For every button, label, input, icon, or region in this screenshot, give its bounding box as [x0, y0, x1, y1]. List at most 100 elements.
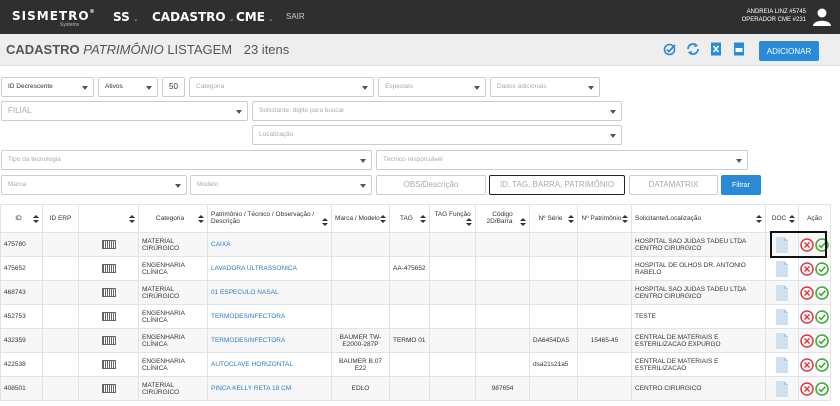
sort-icon[interactable]: [322, 218, 328, 226]
cell-doc[interactable]: [765, 256, 799, 281]
check-circle-icon[interactable]: [815, 333, 830, 348]
additional-data-select[interactable]: Dados adicionais: [490, 77, 600, 97]
col-tag-function[interactable]: TAG Função: [429, 204, 476, 233]
user-icon[interactable]: [812, 7, 832, 27]
cancel-circle-icon[interactable]: [799, 381, 814, 396]
table-row[interactable]: 475652 ENGENHARIA CLÍNICA LAVADORA ULTRA…: [0, 256, 831, 281]
cell-doc[interactable]: [765, 304, 799, 329]
chevron-down-icon: [360, 159, 366, 163]
sort-icon[interactable]: [129, 214, 135, 223]
cancel-circle-icon[interactable]: [799, 357, 814, 372]
sort-icon[interactable]: [756, 214, 762, 223]
status-select[interactable]: Ativos: [98, 77, 158, 97]
check-circle-icon[interactable]: [815, 285, 830, 300]
cell-description[interactable]: PINCA KELLY RETA 18 CM: [207, 376, 332, 401]
table-row[interactable]: 468743 MATERIAL CIRÚRGICO 01 ESPECULO NA…: [0, 280, 831, 305]
sort-icon[interactable]: [33, 214, 39, 223]
document-icon[interactable]: [776, 260, 788, 277]
excel-icon[interactable]: [709, 42, 723, 56]
cancel-circle-icon[interactable]: [799, 285, 814, 300]
especiais-select[interactable]: Especiais: [378, 77, 486, 97]
sort-icon[interactable]: [466, 218, 472, 226]
table-row[interactable]: 408501 MATERIAL CIRÚRGICO PINCA KELLY RE…: [0, 376, 831, 401]
sort-icon[interactable]: [568, 214, 574, 223]
filter-button[interactable]: Filtrar: [721, 175, 761, 195]
add-button[interactable]: ADICIONAR: [759, 41, 819, 61]
menu-cme[interactable]: CME ⌄: [236, 10, 274, 24]
document-icon[interactable]: [776, 380, 788, 397]
table-row[interactable]: 432359 ENGENHARIA CLÍNICA TERMODESINFECT…: [0, 328, 831, 353]
table-row[interactable]: 452753 ENGENHARIA CLÍNICA TERMODESINFECT…: [0, 304, 831, 329]
cell-description[interactable]: TERMODESINFECTORA: [207, 328, 332, 353]
table-row[interactable]: 475780 MATERIAL CIRÚRGICO CAIXA HOSPITAL…: [0, 232, 831, 257]
col-category[interactable]: Categoria: [138, 204, 208, 233]
check-circle-icon[interactable]: [815, 381, 830, 396]
asset-link[interactable]: AUTOCLAVE HORIZONTAL: [211, 361, 293, 368]
requester-select[interactable]: Solicitante, digite para buscar: [252, 101, 622, 121]
asset-link[interactable]: 01 ESPECULO NASAL: [211, 289, 279, 296]
col-cat-icon[interactable]: [78, 204, 139, 233]
technology-type-select[interactable]: Tipo da tecnologia: [1, 150, 372, 170]
logout-link[interactable]: SAIR: [286, 12, 305, 21]
cell-description[interactable]: CAIXA: [207, 232, 332, 257]
check-circle-icon[interactable]: [815, 357, 830, 372]
edit-check-icon[interactable]: [663, 42, 677, 56]
cell-doc[interactable]: [765, 376, 799, 401]
sort-icon[interactable]: [420, 214, 426, 223]
asset-link[interactable]: PINCA KELLY RETA 18 CM: [211, 385, 291, 392]
col-doc[interactable]: DOC: [765, 204, 799, 233]
col-serial[interactable]: Nº Série: [529, 204, 578, 233]
col-id[interactable]: ID: [0, 204, 43, 233]
refresh-icon[interactable]: [686, 42, 700, 56]
cancel-circle-icon[interactable]: [799, 333, 814, 348]
brand-select[interactable]: Marca: [1, 175, 187, 195]
cancel-circle-icon[interactable]: [799, 261, 814, 276]
datamatrix-input[interactable]: DATAMATRIX: [629, 175, 718, 195]
asset-link[interactable]: CAIXA: [211, 241, 231, 248]
page-size-input[interactable]: 50: [162, 77, 185, 97]
cell-description[interactable]: LAVADORA ULTRASSONICA: [207, 256, 332, 281]
document-icon[interactable]: [776, 308, 788, 325]
category-select[interactable]: Categoria: [189, 77, 374, 97]
cancel-circle-icon[interactable]: [799, 309, 814, 324]
col-id-erp[interactable]: ID ERP: [42, 204, 79, 233]
sort-icon[interactable]: [789, 214, 795, 223]
col-barcode[interactable]: Código 2D/Barra: [475, 204, 530, 233]
cell-doc[interactable]: [765, 280, 799, 305]
cell-doc[interactable]: [765, 328, 799, 353]
menu-ss[interactable]: SS ⌄: [113, 10, 139, 24]
col-brand-model[interactable]: Marca / Modelo: [331, 204, 390, 233]
sort-icon[interactable]: [622, 214, 628, 223]
sort-icon[interactable]: [520, 218, 526, 226]
brand-logo[interactable]: SISMETRO®: [12, 9, 96, 23]
order-select[interactable]: ID Decrescente: [1, 77, 94, 97]
model-select[interactable]: Modelo: [190, 175, 372, 195]
technician-select[interactable]: Técnico responsável: [376, 150, 748, 170]
cell-description[interactable]: TERMODESINFECTORA: [207, 304, 332, 329]
asset-link[interactable]: LAVADORA ULTRASSONICA: [211, 265, 297, 272]
document-icon[interactable]: [776, 332, 788, 349]
cell-description[interactable]: 01 ESPECULO NASAL: [207, 280, 332, 305]
branch-select[interactable]: FILIAL: [1, 101, 248, 121]
asset-link[interactable]: TERMODESINFECTORA: [211, 337, 285, 344]
document-icon[interactable]: [776, 356, 788, 373]
cell-doc[interactable]: [765, 352, 799, 377]
check-circle-icon[interactable]: [815, 261, 830, 276]
location-select[interactable]: Localização: [252, 125, 622, 145]
col-requester-location[interactable]: Solicitante/Localização: [631, 204, 766, 233]
table-row[interactable]: 422538 ENGENHARIA CLÍNICA AUTOCLAVE HORI…: [0, 352, 831, 377]
asset-link[interactable]: TERMODESINFECTORA: [211, 313, 285, 320]
menu-cadastro[interactable]: CADASTRO ⌄: [152, 10, 235, 24]
document-icon[interactable]: [776, 284, 788, 301]
sort-icon[interactable]: [380, 214, 386, 223]
col-description[interactable]: Patrimônio / Técnico / Observação / Desc…: [207, 204, 332, 233]
cell-tag-function: [429, 352, 476, 377]
col-patrimony-number[interactable]: Nº Patrimônio: [577, 204, 632, 233]
cell-description[interactable]: AUTOCLAVE HORIZONTAL: [207, 352, 332, 377]
id-tag-search-input[interactable]: ID, TAG, BARRA, PATRIMÔNIO: [489, 175, 625, 195]
check-circle-icon[interactable]: [815, 309, 830, 324]
col-tag[interactable]: TAG: [389, 204, 430, 233]
sort-icon[interactable]: [198, 214, 204, 223]
obs-description-input[interactable]: OBS/Descrição: [376, 175, 486, 195]
csv-icon[interactable]: [732, 42, 746, 56]
